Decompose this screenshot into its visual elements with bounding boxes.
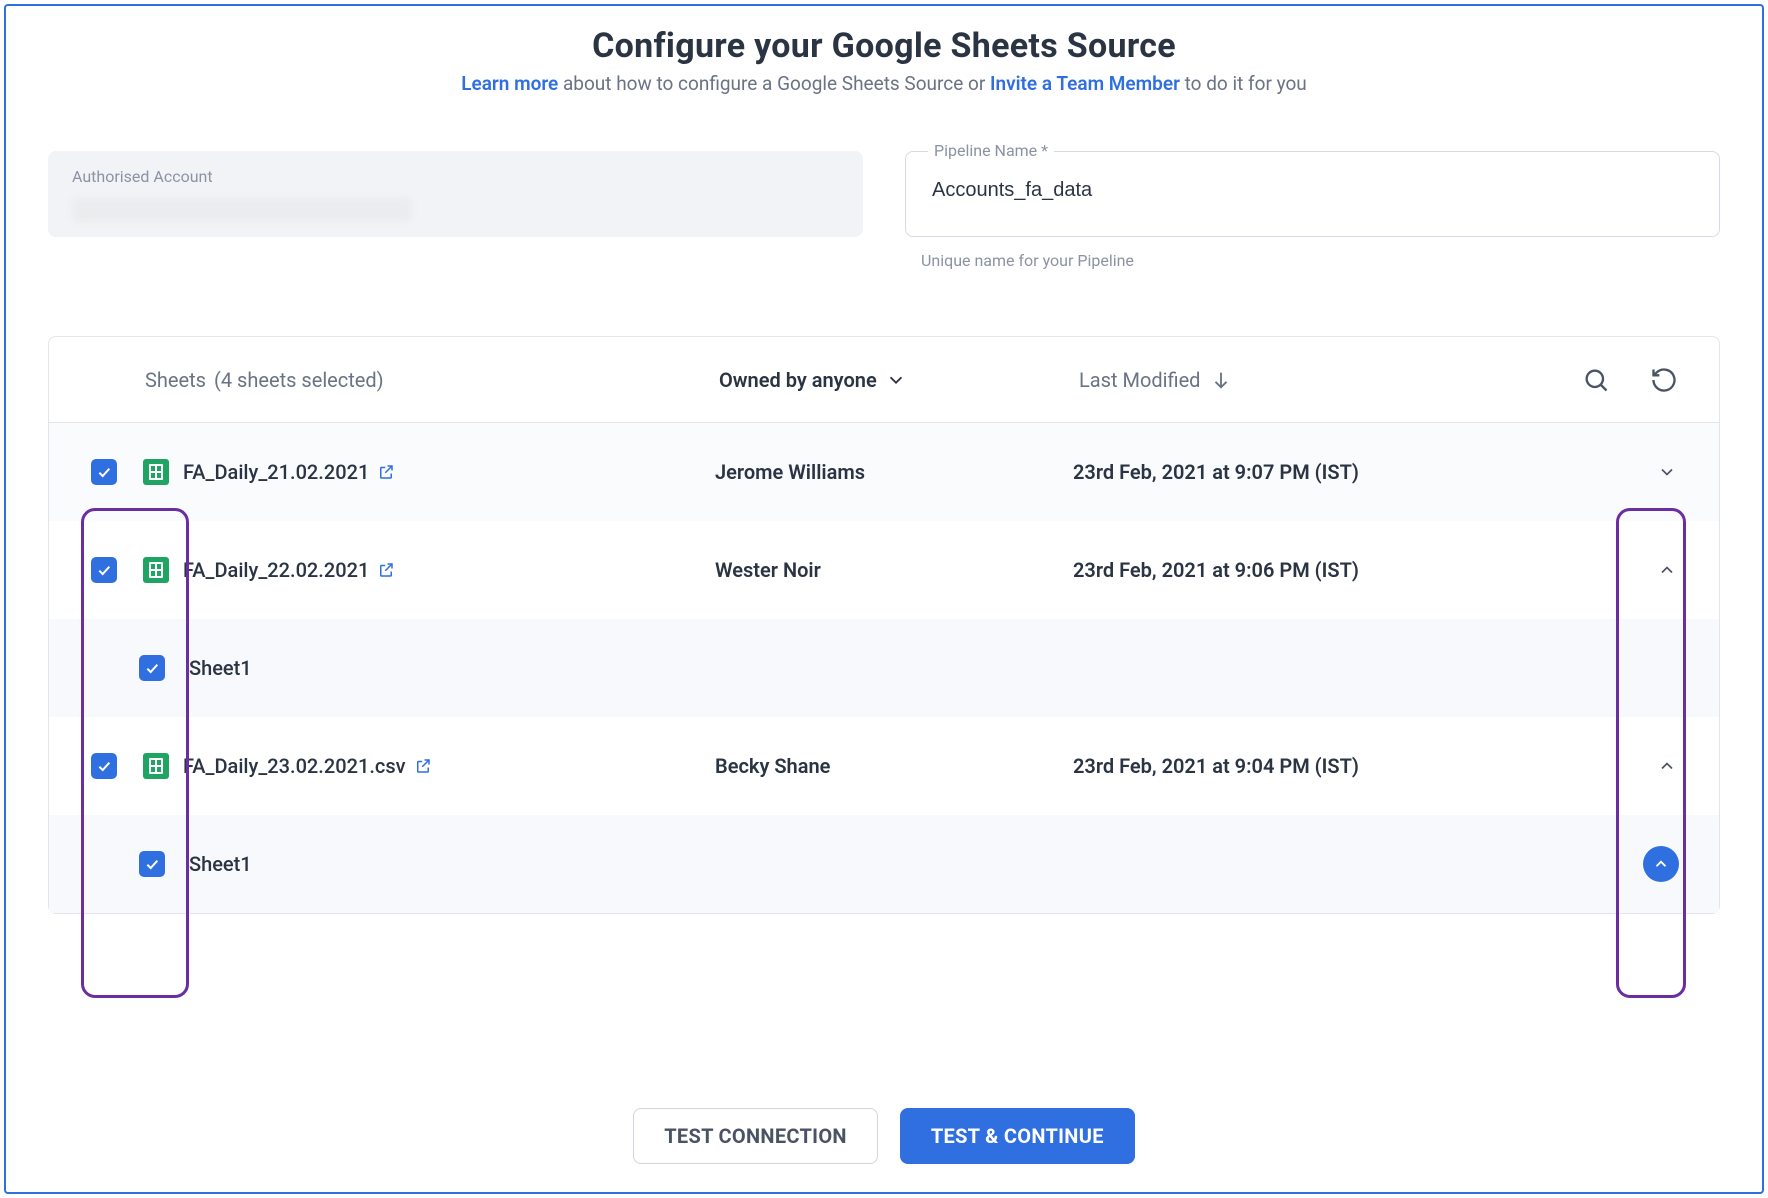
refresh-icon[interactable]	[1649, 365, 1679, 395]
sort-dropdown[interactable]: Last Modified	[1079, 368, 1232, 392]
search-icon[interactable]	[1581, 365, 1611, 395]
learn-more-link[interactable]: Learn more	[461, 72, 558, 95]
subtitle-mid: about how to configure a Google Sheets S…	[558, 72, 990, 95]
authorised-account-value-blurred	[72, 198, 412, 222]
sheets-header-label: Sheets(4 sheets selected)	[145, 368, 384, 392]
sheet-modified: 23rd Feb, 2021 at 9:07 PM (IST)	[1073, 460, 1359, 484]
row-checkbox[interactable]	[91, 459, 117, 485]
test-continue-button[interactable]: TEST & CONTINUE	[900, 1108, 1135, 1164]
sheet-name: FA_Daily_23.02.2021.csv	[183, 754, 406, 778]
sheet-row: FA_Daily_23.02.2021.csv Becky Shane 23rd…	[49, 717, 1719, 815]
worksheet-name: Sheet1	[189, 852, 252, 876]
sheets-panel: Sheets(4 sheets selected) Owned by anyon…	[48, 336, 1720, 914]
sheet-modified: 23rd Feb, 2021 at 9:06 PM (IST)	[1073, 558, 1359, 582]
sheet-owner: Wester Noir	[715, 558, 821, 582]
highlight-checkbox-column	[81, 508, 189, 998]
page-title: Configure your Google Sheets Source	[48, 26, 1720, 66]
sheets-selected-count: (4 sheets selected)	[214, 368, 384, 392]
worksheet-name: Sheet1	[189, 656, 252, 680]
owner-filter-dropdown[interactable]: Owned by anyone	[719, 368, 907, 392]
sheet-owner: Jerome Williams	[715, 460, 865, 484]
google-sheets-icon	[143, 459, 169, 485]
invite-team-link[interactable]: Invite a Team Member	[990, 72, 1180, 95]
pipeline-name-input[interactable]	[930, 178, 1695, 203]
external-link-icon[interactable]	[414, 757, 432, 775]
test-connection-button[interactable]: TEST CONNECTION	[633, 1108, 878, 1164]
sheet-modified: 23rd Feb, 2021 at 9:04 PM (IST)	[1073, 754, 1359, 778]
page-subtitle: Learn more about how to configure a Goog…	[48, 72, 1720, 95]
expand-toggle[interactable]	[1655, 460, 1679, 484]
worksheet-row: Sheet1	[49, 815, 1719, 913]
sheet-row: FA_Daily_21.02.2021 Jerome Williams 23rd…	[49, 423, 1719, 521]
authorised-account-field: Authorised Account	[48, 151, 863, 237]
worksheet-row: Sheet1	[49, 619, 1719, 717]
pipeline-name-helper: Unique name for your Pipeline	[921, 251, 1720, 270]
highlight-expand-column	[1616, 508, 1686, 998]
sheet-row: FA_Daily_22.02.2021 Wester Noir 23rd Feb…	[49, 521, 1719, 619]
subtitle-suffix: to do it for you	[1180, 72, 1307, 95]
authorised-account-label: Authorised Account	[72, 167, 839, 186]
sheet-name: FA_Daily_22.02.2021	[183, 558, 369, 582]
pipeline-name-label: Pipeline Name *	[928, 141, 1054, 160]
external-link-icon[interactable]	[377, 561, 395, 579]
sheet-name: FA_Daily_21.02.2021	[183, 460, 369, 484]
sheet-owner: Becky Shane	[715, 754, 830, 778]
external-link-icon[interactable]	[377, 463, 395, 481]
